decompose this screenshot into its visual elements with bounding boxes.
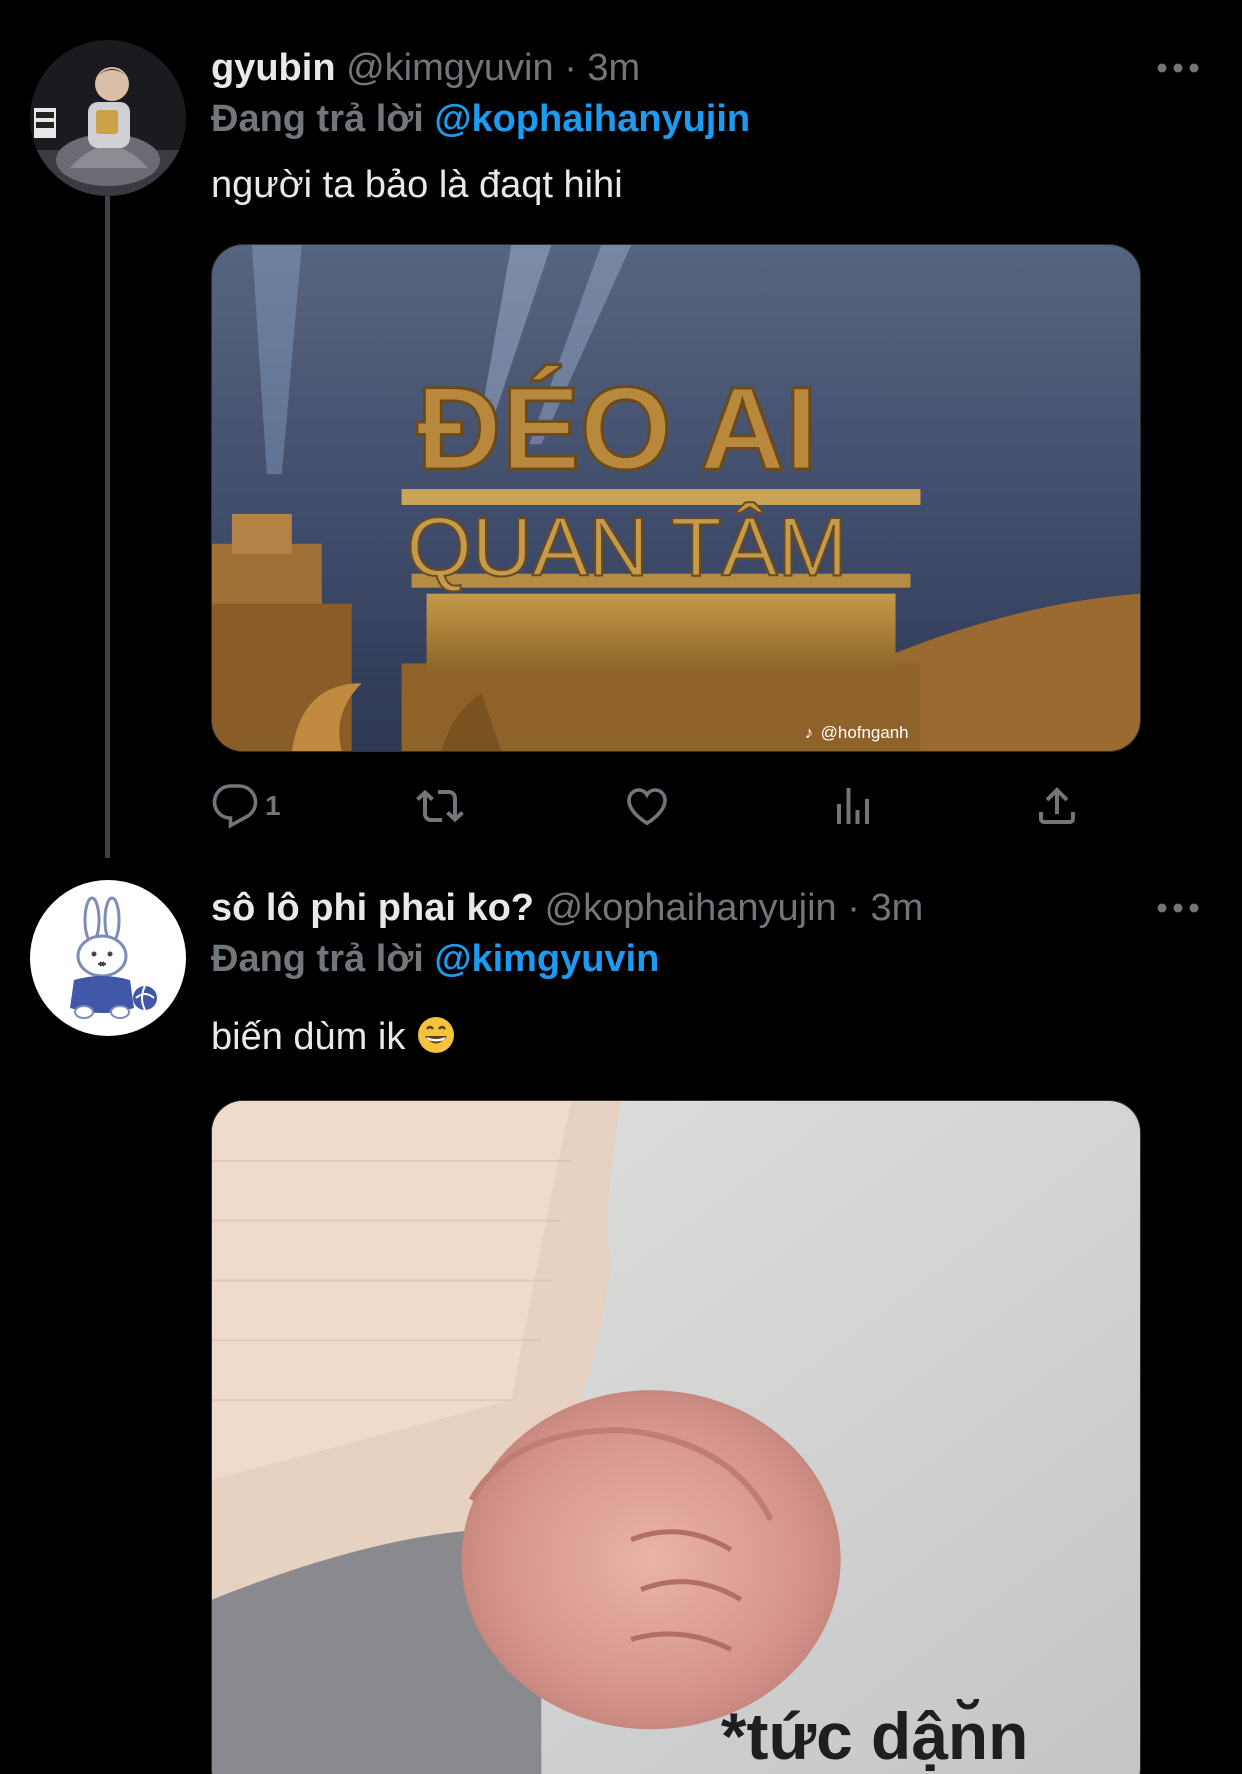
replying-to-label: Đang trả lời: [211, 938, 424, 980]
like-button[interactable]: [623, 776, 671, 836]
timestamp[interactable]: 3m: [587, 47, 640, 89]
user-handle[interactable]: @kimgyuvin: [346, 47, 554, 89]
tiktok-icon: ♪: [805, 723, 813, 742]
avatar-gyubin[interactable]: [30, 40, 186, 196]
views-icon: [837, 788, 869, 824]
avatar-kophaihanyujin[interactable]: [30, 880, 186, 1036]
reply-count: 1: [265, 790, 281, 821]
display-name[interactable]: sô lô phi phai ko?: [211, 887, 534, 929]
timestamp[interactable]: 3m: [870, 887, 923, 929]
separator-dot: ·: [847, 887, 860, 929]
mention-link[interactable]: @kophaihanyujin: [434, 98, 750, 140]
tweet-media-image[interactable]: *tức dận̆n: [211, 1100, 1141, 1774]
share-icon: [1039, 787, 1075, 824]
thread-connector-line: [105, 196, 110, 858]
tweet-header: sô lô phi phai ko? @kophaihanyujin · 3m: [211, 886, 923, 930]
tweet-header: gyubin @kimgyuvin · 3m: [211, 46, 640, 90]
reply-button[interactable]: 1: [211, 776, 281, 836]
reply-thread: gyubin @kimgyuvin · 3m Đang trả lời @kop…: [0, 0, 1242, 1774]
more-icon[interactable]: [1154, 58, 1202, 78]
tweet-text: biến dùm ik: [211, 1014, 456, 1060]
views-button[interactable]: [829, 776, 877, 836]
more-icon[interactable]: [1154, 898, 1202, 918]
tweet-text: người ta bảo là đaqt hihi: [211, 164, 623, 206]
reply-icon: [212, 784, 258, 829]
tweet-text-body: biến dùm ik: [211, 1016, 406, 1058]
media-sign-line2: QUAN TÂM: [407, 500, 848, 594]
heart-icon: [627, 788, 667, 826]
tweet-actions: 1: [211, 776, 1141, 836]
grinning-face-emoji: [417, 1017, 454, 1053]
display-name[interactable]: gyubin: [211, 47, 336, 89]
share-button[interactable]: [1033, 776, 1081, 836]
media-watermark: @hofnganh: [821, 723, 909, 742]
media-sign-line1: ĐÉO AI: [417, 363, 818, 494]
replying-to: Đang trả lời @kimgyuvin: [211, 936, 659, 982]
retweet-icon: [416, 789, 464, 823]
user-handle[interactable]: @kophaihanyujin: [545, 887, 837, 929]
separator-dot: ·: [564, 47, 577, 89]
media-caption: *tức dận̆n: [721, 1698, 1028, 1773]
replying-to-label: Đang trả lời: [211, 98, 424, 140]
replying-to: Đang trả lời @kophaihanyujin: [211, 96, 750, 142]
tweet-media-image[interactable]: ĐÉO AI QUAN TÂM ♪ @hofnganh: [211, 244, 1141, 752]
mention-link[interactable]: @kimgyuvin: [434, 938, 659, 980]
retweet-button[interactable]: [416, 776, 464, 836]
